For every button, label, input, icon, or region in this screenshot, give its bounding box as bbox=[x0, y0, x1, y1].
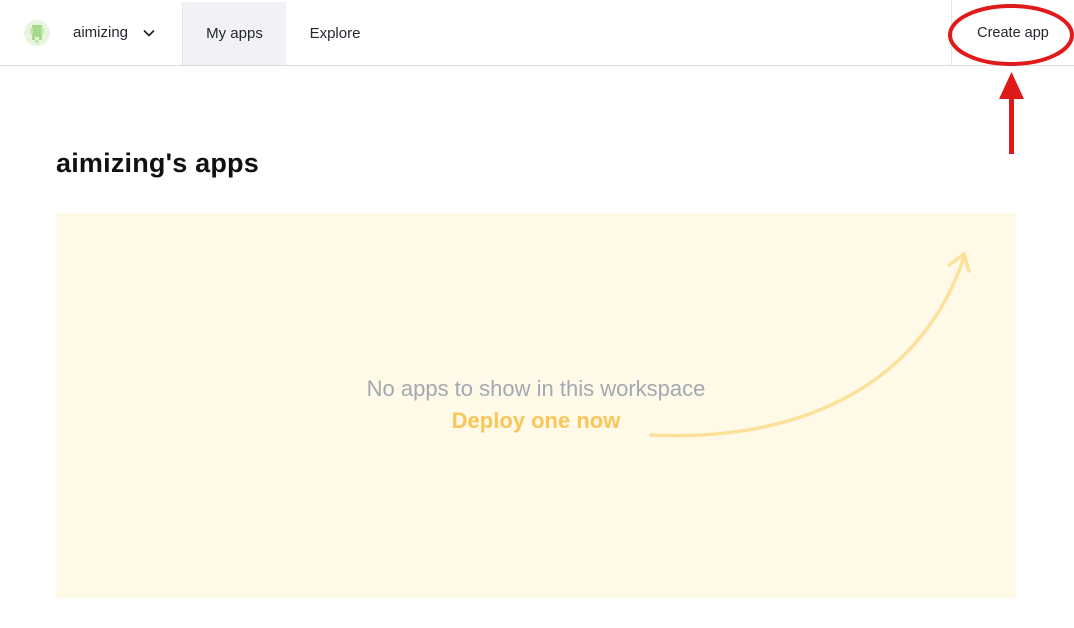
tab-explore-label: Explore bbox=[309, 25, 361, 42]
decorative-curved-arrow-icon bbox=[649, 252, 971, 438]
create-app-button[interactable]: Create app bbox=[973, 19, 1053, 47]
chevron-down-icon bbox=[142, 26, 156, 40]
annotation-arrow-up-icon bbox=[999, 72, 1024, 154]
tab-my-apps[interactable]: My apps bbox=[182, 2, 286, 65]
workspace-name: aimizing bbox=[73, 24, 129, 41]
empty-state-message: No apps to show in this workspace bbox=[366, 376, 706, 401]
page-title: aimizing's apps bbox=[56, 148, 259, 178]
empty-state-panel: No apps to show in this workspace Deploy… bbox=[56, 213, 1016, 598]
tab-explore[interactable]: Explore bbox=[286, 2, 384, 65]
workspace-switcher[interactable]: aimizing bbox=[0, 0, 156, 65]
deploy-one-now-link[interactable]: Deploy one now bbox=[452, 408, 621, 433]
create-app-container: Create app bbox=[951, 0, 1074, 65]
workspace-avatar-icon bbox=[24, 19, 50, 46]
top-navigation-bar: aimizing My apps Explore Create app bbox=[0, 0, 1074, 66]
tab-my-apps-label: My apps bbox=[206, 25, 263, 42]
deploy-link-row: Deploy one now bbox=[56, 408, 1016, 434]
